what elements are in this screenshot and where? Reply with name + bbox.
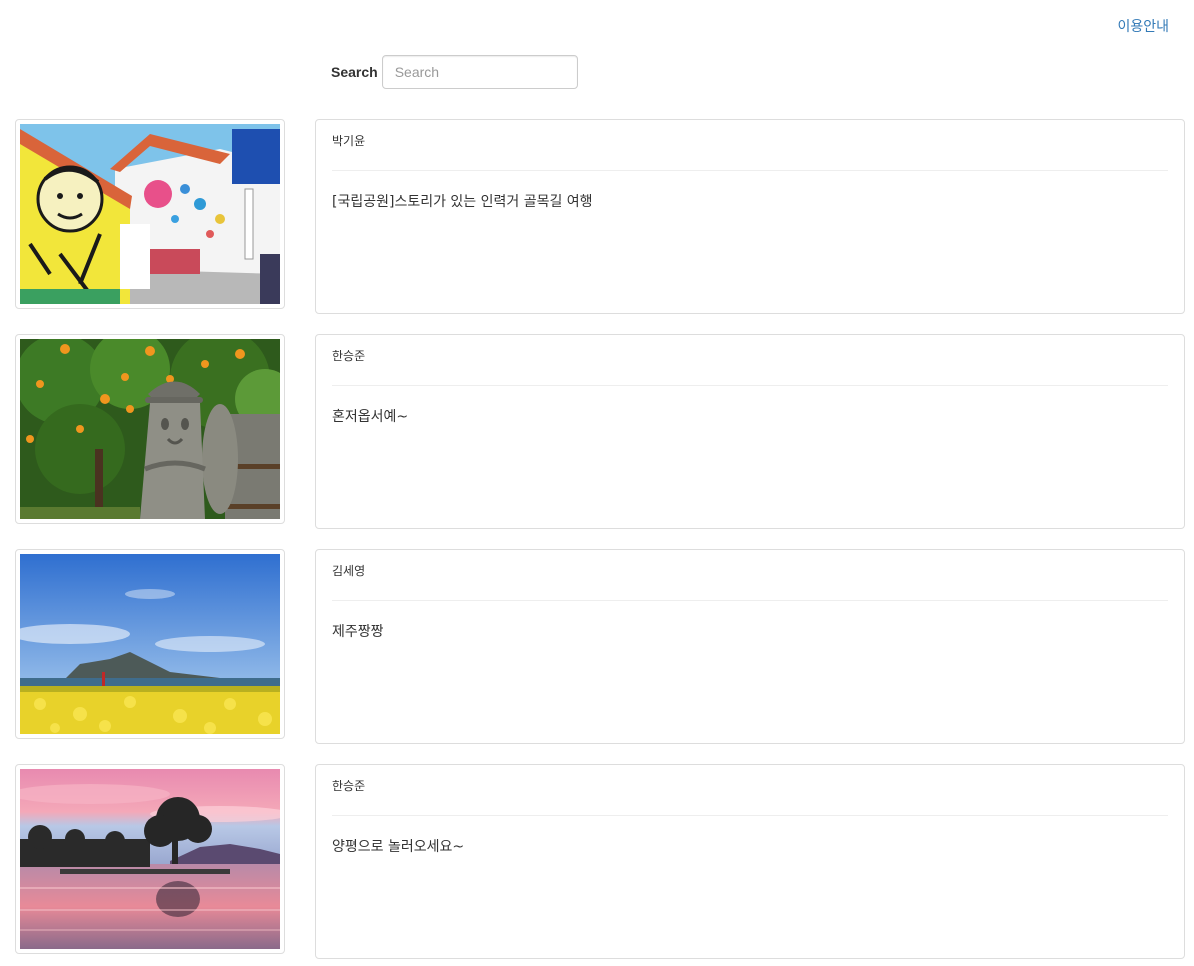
post-author: 한승준 — [332, 335, 1168, 386]
list-item: 박기윤 [국립공원]스토리가 있는 인력거 골목길 여행 — [15, 119, 1185, 334]
canola-field-seaside-photo — [20, 554, 280, 734]
search-input[interactable] — [381, 55, 578, 89]
post-author: 한승준 — [332, 765, 1168, 816]
post-thumbnail[interactable] — [15, 549, 285, 739]
post-card[interactable]: 박기윤 [국립공원]스토리가 있는 인력거 골목길 여행 — [315, 119, 1185, 314]
search-label: Search — [331, 64, 378, 80]
search-bar: Search — [331, 55, 578, 89]
mural-alley-photo — [20, 124, 280, 304]
guide-link[interactable]: 이용안내 — [1117, 16, 1169, 36]
list-item: 김세영 제주짱짱 — [15, 549, 1185, 764]
post-card[interactable]: 한승준 양평으로 놀러오세요~ — [315, 764, 1185, 959]
post-thumbnail[interactable] — [15, 334, 285, 524]
post-title: [국립공원]스토리가 있는 인력거 골목길 여행 — [332, 194, 593, 210]
post-thumbnail[interactable] — [15, 119, 285, 309]
post-thumbnail[interactable] — [15, 764, 285, 954]
post-list: 박기윤 [국립공원]스토리가 있는 인력거 골목길 여행 한승준 혼저옵서예~ … — [15, 119, 1185, 966]
post-title: 양평으로 놀러오세요~ — [332, 839, 465, 855]
post-author: 김세영 — [332, 550, 1168, 601]
post-card[interactable]: 김세영 제주짱짱 — [315, 549, 1185, 744]
post-author: 박기윤 — [332, 120, 1168, 171]
list-item: 한승준 혼저옵서예~ — [15, 334, 1185, 549]
dol-hareubang-tangerine-photo — [20, 339, 280, 519]
lake-sunset-photo — [20, 769, 280, 949]
list-item: 한승준 양평으로 놀러오세요~ — [15, 764, 1185, 966]
post-title: 제주짱짱 — [332, 624, 384, 640]
post-title: 혼저옵서예~ — [332, 409, 409, 425]
post-card[interactable]: 한승준 혼저옵서예~ — [315, 334, 1185, 529]
